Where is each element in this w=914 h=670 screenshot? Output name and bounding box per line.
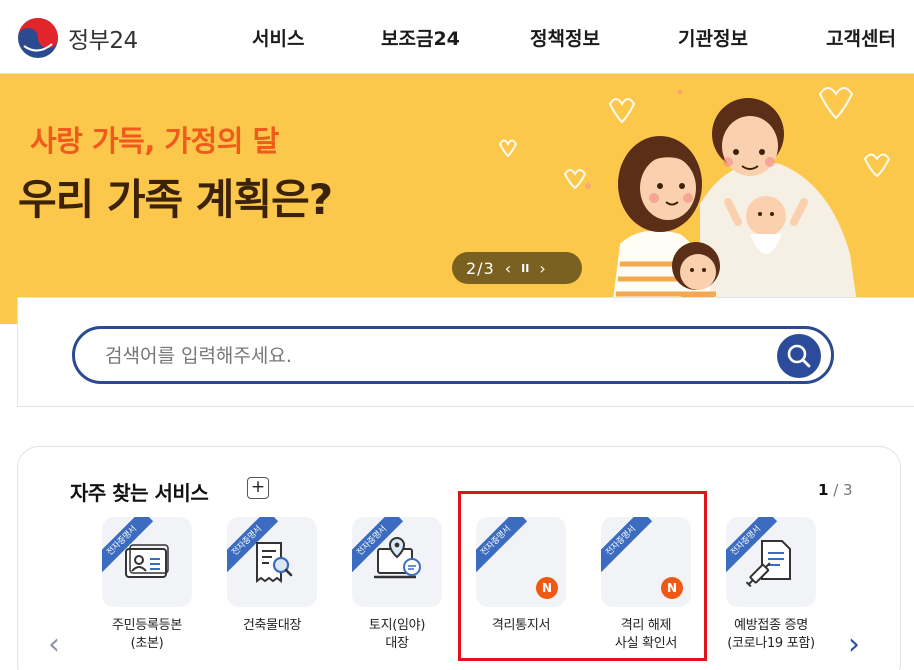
banner-pager: 2/3 ‹ II › (452, 252, 582, 284)
service-card: 전자증명서 (227, 517, 317, 607)
chevron-left-icon[interactable]: ‹ (505, 259, 511, 278)
nav-item-policy-info[interactable]: 정책정보 (530, 24, 600, 51)
site-header: 정부24 서비스 보조금24 정책정보 기관정보 고객센터 (0, 0, 914, 74)
services-title: 자주 찾는 서비스 (70, 481, 209, 505)
service-tile-label: 건축물대장 (242, 618, 302, 633)
e-certificate-ribbon: 전자증명서 (476, 517, 528, 573)
search-section (17, 297, 914, 407)
service-card: 전자증명서 N (601, 517, 691, 607)
nav-item-agency-info[interactable]: 기관정보 (678, 24, 748, 51)
frequent-services-panel: 자주 찾는 서비스 + 1 / 3 전자증명서 주민등록등본 (초본) 전자증명… (17, 446, 901, 670)
service-tile-label: 격리 해제 사실 확인서 (614, 618, 678, 651)
new-badge: N (536, 577, 558, 599)
add-service-button[interactable]: + (247, 477, 269, 499)
service-card: 전자증명서 (102, 517, 192, 607)
service-tile-isolation-release[interactable]: 전자증명서 N 격리 해제 사실 확인서 (589, 517, 707, 667)
banner-title: 우리 가족 계획은? (18, 175, 333, 224)
nav-item-subsidy24[interactable]: 보조금24 (381, 24, 460, 51)
nav-item-customer-center[interactable]: 고객센터 (826, 24, 896, 51)
search-input[interactable] (105, 341, 745, 371)
services-page-separator: / (828, 481, 844, 499)
e-certificate-ribbon: 전자증명서 (601, 517, 653, 573)
chevron-right-icon[interactable]: › (539, 259, 545, 278)
service-tile-label: 토지(임야) 대장 (368, 618, 426, 651)
service-tile-resident-registration[interactable]: 전자증명서 주민등록등본 (초본) (90, 517, 208, 667)
service-card: 전자증명서 (726, 517, 816, 607)
new-badge: N (661, 577, 683, 599)
search-button[interactable] (777, 334, 821, 378)
service-card: 전자증명서 N (476, 517, 566, 607)
nav-item-services[interactable]: 서비스 (252, 24, 304, 51)
family-illustration (498, 87, 891, 324)
services-page-current: 1 (818, 481, 829, 499)
service-tile-isolation-notice[interactable]: 전자증명서 N 격리통지서 (464, 517, 582, 667)
banner-pager-count: 2/3 (466, 258, 495, 278)
services-page-total: 3 (843, 481, 853, 499)
search-box (72, 326, 834, 384)
id-card-icon (125, 544, 169, 578)
main-nav: 서비스 보조금24 정책정보 기관정보 고객센터 (0, 24, 914, 54)
services-prev-arrow[interactable]: ‹ (48, 627, 60, 662)
service-tile-vaccination-certificate[interactable]: 전자증명서 예방접종 증명 (코로나19 포함) (714, 517, 832, 667)
service-card: 전자증명서 (352, 517, 442, 607)
services-page-indicator: 1 / 3 (818, 481, 853, 499)
service-tile-land-register[interactable]: 전자증명서 토지(임야) 대장 (340, 517, 458, 667)
vaccine-document-icon (746, 540, 791, 587)
services-next-arrow[interactable]: › (848, 627, 860, 662)
search-icon (787, 344, 811, 368)
service-tile-building-register[interactable]: 전자증명서 건축물대장 (215, 517, 333, 667)
document-search-icon (256, 542, 293, 583)
service-tile-label: 예방접종 증명 (코로나19 포함) (727, 618, 815, 651)
map-pin-monitor-icon (374, 537, 421, 579)
banner-subtitle: 사랑 가득, 가정의 달 (30, 124, 279, 158)
service-tile-label: 주민등록등본 (초본) (112, 618, 182, 651)
main-banner[interactable]: 사랑 가득, 가정의 달 우리 가족 계획은? 2/3 ‹ II › (0, 74, 914, 324)
pause-icon[interactable]: II (521, 262, 529, 275)
service-tile-label: 격리통지서 (491, 618, 551, 633)
